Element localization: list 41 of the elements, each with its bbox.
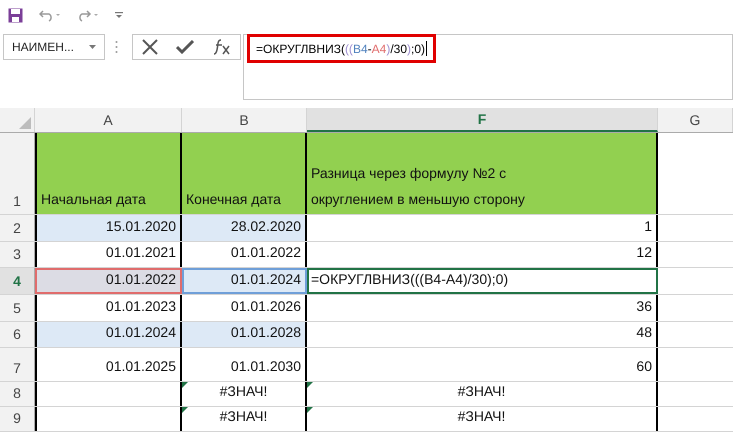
function-icon[interactable] — [212, 39, 231, 55]
table-cell: 28.02.2020 — [182, 215, 307, 241]
table-cell: 01.01.2023 — [35, 295, 182, 321]
table-cell: #ЗНАЧ! — [307, 382, 658, 406]
formula-bar[interactable]: =ОКРУГЛВНИЗ(((B4-A4)/30);0) — [243, 34, 733, 100]
row-header[interactable]: 5 — [0, 295, 35, 321]
row-header[interactable]: 9 — [0, 407, 35, 431]
row-header[interactable]: 7 — [0, 348, 35, 381]
save-icon[interactable] — [8, 8, 23, 22]
table-cell: 15.01.2020 — [35, 215, 182, 241]
table-cell: Начальная дата — [35, 133, 182, 214]
cancel-icon[interactable] — [142, 39, 158, 55]
row-header[interactable]: 3 — [0, 242, 35, 267]
customize-toolbar-icon[interactable] — [115, 10, 123, 20]
row-header[interactable]: 2 — [0, 215, 35, 241]
table-cell: =ОКРУГЛВНИЗ(((B4-A4)/30);0) — [307, 268, 658, 294]
table-cell: #ЗНАЧ! — [307, 407, 658, 431]
row-header[interactable]: 8 — [0, 382, 35, 406]
dropdown-icon — [89, 45, 96, 49]
table-cell: #ЗНАЧ! — [182, 382, 307, 406]
column-header[interactable]: A — [35, 108, 182, 132]
table-cell: #ЗНАЧ! — [182, 407, 307, 431]
row-header[interactable]: 4 — [0, 268, 35, 294]
table-cell: 01.01.2024 — [182, 268, 307, 294]
column-header[interactable]: G — [658, 108, 733, 132]
row-header[interactable]: 1 — [0, 133, 35, 214]
undo-icon[interactable] — [39, 8, 61, 22]
table-cell: 01.01.2025 — [35, 348, 182, 381]
check-icon[interactable] — [176, 40, 194, 54]
formula-text: =ОКРУГЛВНИЗ(((B4-A4)/30);0) — [247, 34, 436, 63]
table-cell: 01.01.2021 — [35, 242, 182, 267]
table-cell: 01.01.2028 — [182, 322, 307, 347]
redo-icon[interactable] — [77, 8, 99, 22]
table-cell: 01.01.2024 — [35, 322, 182, 347]
table-cell: 01.01.2022 — [35, 268, 182, 294]
table-cell: Разница через формулу №2 с округлением в меньшую сторону — [307, 133, 658, 214]
name-box[interactable]: НАИМЕН... — [3, 34, 105, 60]
row-header[interactable]: 6 — [0, 322, 35, 347]
column-header[interactable]: F — [307, 108, 658, 132]
grip-icon — [115, 40, 118, 54]
table-cell: Конечная дата — [182, 133, 307, 214]
